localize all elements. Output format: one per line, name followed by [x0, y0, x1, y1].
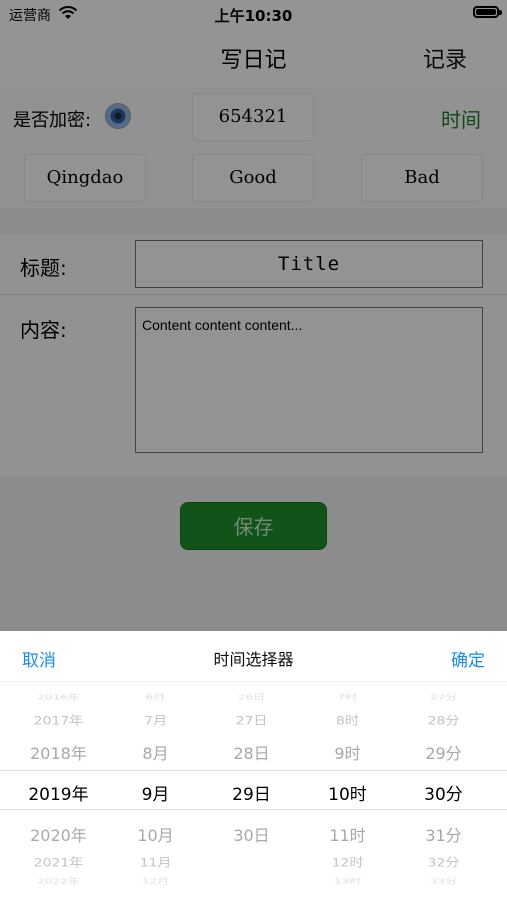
diary-screen: 运营商 上午10:30 写日记 记录 是否加密: 654321 时间 Qingd… — [0, 0, 507, 900]
time-picker: 取消 时间选择器 确定 2016年 2017年 2018年 2019年 2020… — [0, 631, 507, 900]
picker-item[interactable]: 2018年 — [8, 739, 109, 769]
picker-item[interactable]: 2021年 — [8, 852, 109, 874]
minute-column[interactable]: 27分 28分 29分 30分 31分 32分 33分 — [393, 681, 494, 900]
picker-item[interactable]: 7月 — [105, 710, 206, 732]
picker-item-selected[interactable]: 29日 — [201, 776, 302, 814]
picker-toolbar: 取消 时间选择器 确定 — [0, 631, 507, 682]
picker-item-selected[interactable]: 30分 — [393, 776, 494, 814]
day-column[interactable]: 26日 27日 28日 29日 30日 — [201, 681, 302, 900]
picker-item[interactable]: 12时 — [297, 852, 398, 874]
picker-item[interactable]: 8月 — [105, 739, 206, 769]
picker-item[interactable]: 2017年 — [8, 710, 109, 732]
hour-column[interactable]: 7时 8时 9时 10时 11时 12时 13时 — [297, 681, 398, 900]
picker-item[interactable]: 10月 — [105, 821, 206, 851]
picker-item-selected[interactable]: 2019年 — [8, 776, 109, 814]
picker-item[interactable]: 9时 — [297, 739, 398, 769]
picker-item[interactable]: 28日 — [201, 739, 302, 769]
picker-item[interactable]: 6月 — [105, 692, 206, 703]
picker-item-selected[interactable]: 10时 — [297, 776, 398, 814]
picker-confirm-button[interactable]: 确定 — [451, 646, 485, 671]
picker-item[interactable]: 7时 — [297, 692, 398, 703]
picker-item[interactable]: 8时 — [297, 710, 398, 732]
picker-item[interactable]: 11月 — [105, 852, 206, 874]
picker-item[interactable]: 28分 — [393, 710, 494, 732]
picker-item[interactable]: 27日 — [201, 710, 302, 732]
picker-item[interactable]: 11时 — [297, 821, 398, 851]
picker-item[interactable]: 2022年 — [8, 876, 109, 887]
picker-item[interactable]: 31分 — [393, 821, 494, 851]
picker-item[interactable]: 33分 — [393, 876, 494, 887]
picker-item[interactable]: 32分 — [393, 852, 494, 874]
picker-item-selected[interactable]: 9月 — [105, 776, 206, 814]
picker-item[interactable]: 27分 — [393, 692, 494, 703]
dim-overlay[interactable] — [0, 0, 507, 631]
month-column[interactable]: 6月 7月 8月 9月 10月 11月 12月 — [105, 681, 206, 900]
year-column[interactable]: 2016年 2017年 2018年 2019年 2020年 2021年 2022… — [8, 681, 109, 900]
picker-item[interactable]: 2016年 — [8, 692, 109, 703]
picker-item[interactable]: 30日 — [201, 821, 302, 851]
picker-title: 时间选择器 — [213, 650, 294, 669]
picker-item[interactable]: 2020年 — [8, 821, 109, 851]
picker-item[interactable]: 12月 — [105, 876, 206, 887]
picker-item[interactable]: 26日 — [201, 692, 302, 703]
picker-item[interactable]: 29分 — [393, 739, 494, 769]
picker-item[interactable]: 13时 — [297, 876, 398, 887]
